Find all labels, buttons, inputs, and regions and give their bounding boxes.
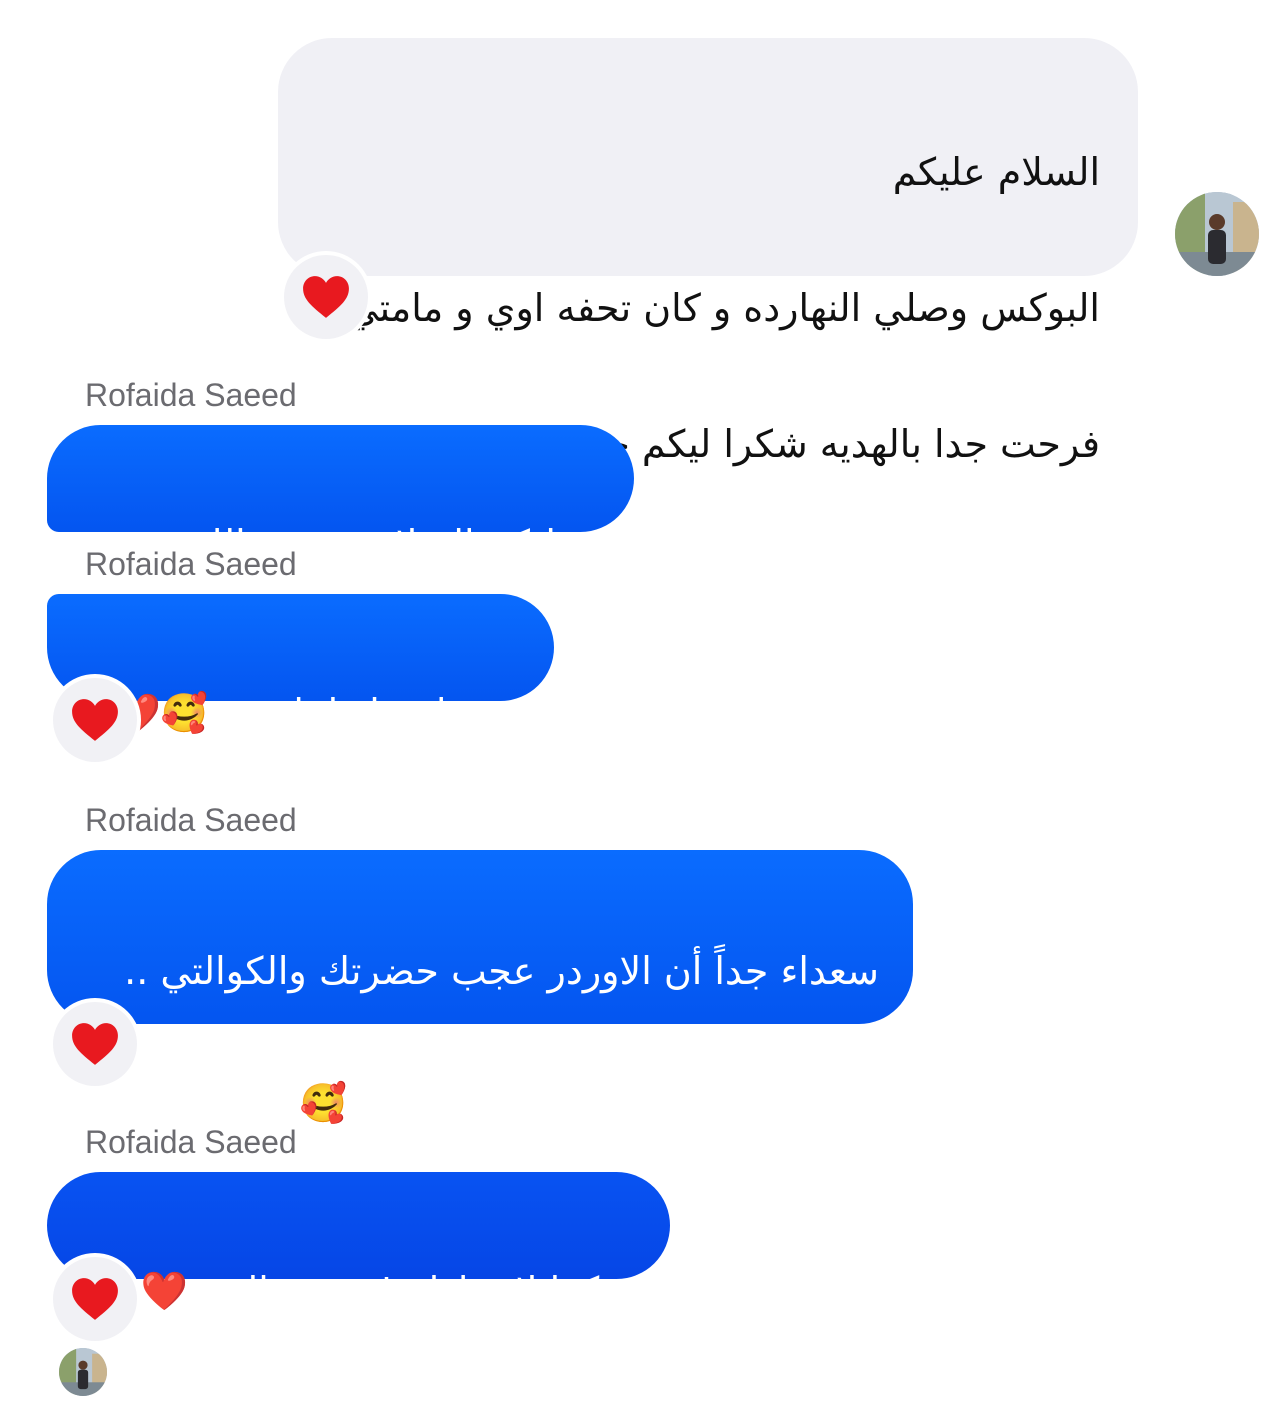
avatar[interactable] bbox=[1175, 192, 1259, 276]
message-text: شكرا لاختيارك gallery art ❤️ bbox=[140, 1269, 634, 1313]
message-text: مبروك عليها يافندم 🥰❤️ bbox=[113, 691, 518, 735]
reaction-badge[interactable] bbox=[53, 1257, 137, 1341]
outgoing-message-bubble[interactable]: وعليكم السلام ورحمه الله وبركاته bbox=[47, 425, 634, 632]
reaction-badge[interactable] bbox=[53, 678, 137, 762]
outgoing-message-bubble[interactable]: مبروك عليها يافندم 🥰❤️ bbox=[47, 594, 554, 735]
outgoing-message-bubble[interactable]: شكرا لاختيارك gallery art ❤️ bbox=[47, 1172, 670, 1313]
heart-icon bbox=[72, 699, 118, 741]
read-receipt-avatar bbox=[59, 1348, 107, 1396]
incoming-message-line: البوكس وصلي النهارده و كان تحفه اوي و ما… bbox=[347, 286, 1100, 330]
reaction-badge[interactable] bbox=[284, 255, 368, 339]
heart-icon bbox=[303, 276, 349, 318]
incoming-message-line: السلام عليكم bbox=[892, 150, 1100, 194]
heart-icon bbox=[72, 1278, 118, 1320]
message-line: سعداء جداً أن الاوردر عجب حضرتك والكوالت… bbox=[124, 949, 879, 993]
sender-name: Rofaida Saeed bbox=[85, 1124, 297, 1160]
reaction-badge[interactable] bbox=[53, 1002, 137, 1086]
heart-icon bbox=[72, 1023, 118, 1065]
sender-name: Rofaida Saeed bbox=[85, 546, 297, 582]
outgoing-message-bubble[interactable]: سعداء جداً أن الاوردر عجب حضرتك والكوالت… bbox=[47, 850, 913, 1125]
sender-name: Rofaida Saeed bbox=[85, 377, 297, 413]
incoming-message-bubble[interactable]: السلام عليكم البوكس وصلي النهارده و كان … bbox=[278, 38, 1138, 466]
sender-name: Rofaida Saeed bbox=[85, 802, 297, 838]
